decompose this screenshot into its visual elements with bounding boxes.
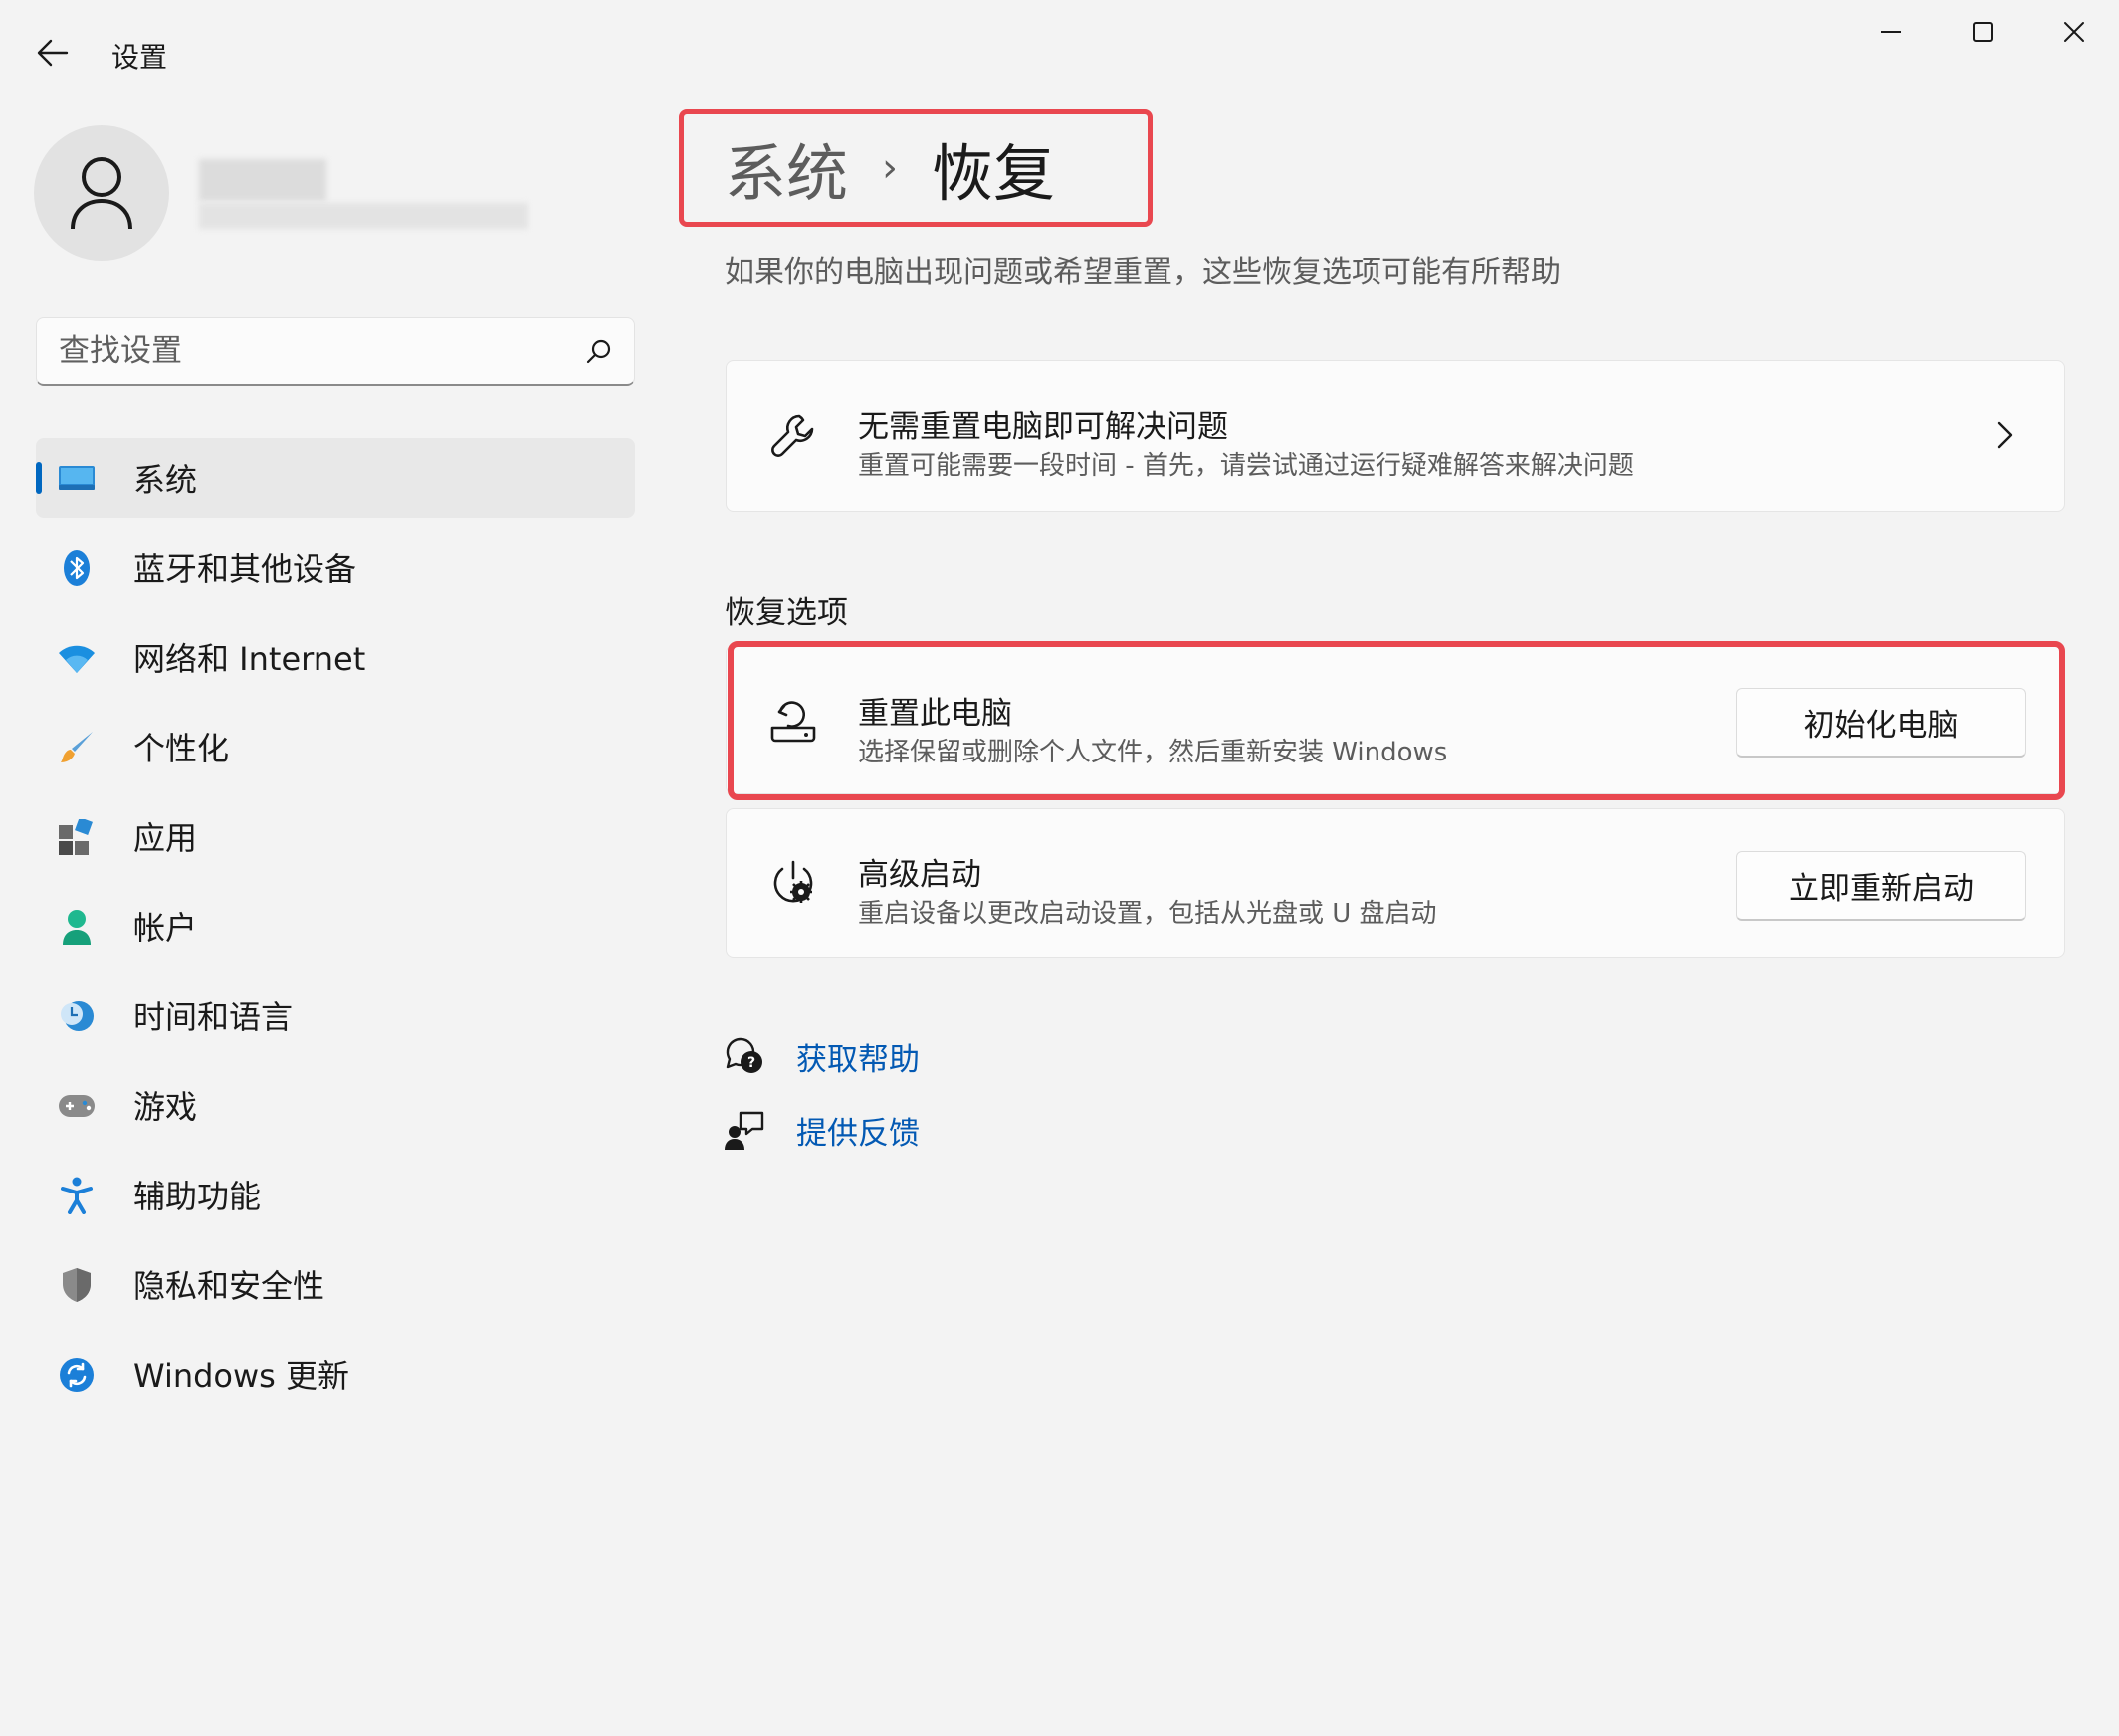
sidebar-item-label: 系统 (133, 461, 198, 499)
apps-icon (58, 818, 96, 856)
sidebar-item-system[interactable]: 系统 (36, 438, 635, 518)
advanced-startup-subtitle: 重启设备以更改启动设置，包括从光盘或 U 盘启动 (858, 899, 1437, 929)
back-arrow-icon (37, 39, 69, 67)
brush-icon (58, 729, 96, 766)
sidebar-item-label: 时间和语言 (133, 998, 294, 1036)
accessibility-icon (58, 1177, 96, 1214)
sidebar-item-privacy[interactable]: 隐私和安全性 (36, 1244, 635, 1324)
give-feedback-text[interactable]: 提供反馈 (796, 1108, 920, 1153)
reset-pc-title: 重置此电脑 (858, 696, 1012, 732)
person-icon (71, 157, 132, 230)
breadcrumb: 系统 › 恢复 (725, 123, 1055, 213)
system-icon (58, 460, 96, 498)
give-feedback-link[interactable]: 提供反馈 (725, 1105, 920, 1155)
close-button[interactable] (2038, 8, 2110, 56)
title-bar: 设置 (0, 0, 2119, 109)
sidebar-item-label: 帐户 (133, 909, 198, 947)
sidebar-item-time-language[interactable]: 时间和语言 (36, 976, 635, 1055)
sidebar-item-apps[interactable]: 应用 (36, 796, 635, 876)
sidebar-item-personalization[interactable]: 个性化 (36, 707, 635, 786)
sidebar-item-accounts[interactable]: 帐户 (36, 886, 635, 966)
account-icon (58, 908, 96, 946)
breadcrumb-separator: › (882, 145, 899, 191)
svg-text:?: ? (747, 1055, 755, 1071)
sidebar-item-label: 个性化 (133, 730, 230, 767)
update-icon (58, 1356, 96, 1394)
bluetooth-icon (58, 549, 96, 587)
breadcrumb-parent[interactable]: 系统 (725, 123, 848, 213)
sidebar-item-label: 隐私和安全性 (133, 1267, 325, 1305)
sidebar-item-label: 辅助功能 (133, 1178, 262, 1215)
app-title: 设置 (111, 41, 168, 74)
minimize-button[interactable] (1855, 8, 1927, 56)
sidebar-nav: 系统 蓝牙和其他设备 网络和 Internet 个性化 应用 帐户 时间和语言 … (36, 438, 635, 1423)
reset-pc-icon (766, 694, 820, 748)
advanced-startup-card: 高级启动 重启设备以更改启动设置，包括从光盘或 U 盘启动 立即重新启动 (726, 808, 2065, 958)
power-gear-icon (766, 857, 820, 911)
reset-pc-subtitle: 选择保留或删除个人文件，然后重新安装 Windows (858, 738, 1448, 767)
shield-icon (58, 1266, 96, 1304)
sidebar-item-network[interactable]: 网络和 Internet (36, 617, 635, 697)
back-button[interactable] (30, 30, 76, 76)
user-email-redacted (199, 203, 528, 229)
sidebar-item-label: Windows 更新 (133, 1357, 350, 1395)
section-title-recovery-options: 恢复选项 (725, 595, 848, 631)
chevron-right-icon (1985, 415, 2024, 455)
sidebar-item-label: 游戏 (133, 1088, 198, 1126)
advanced-startup-title: 高级启动 (858, 857, 981, 893)
sidebar-item-label: 应用 (133, 819, 198, 857)
sidebar-item-label: 网络和 Internet (133, 640, 366, 678)
sidebar-item-label: 蓝牙和其他设备 (133, 550, 357, 588)
wifi-icon (58, 639, 96, 677)
feedback-icon (725, 1110, 764, 1150)
sidebar-item-bluetooth[interactable]: 蓝牙和其他设备 (36, 528, 635, 607)
maximize-button[interactable] (1947, 8, 2018, 56)
minimize-icon (1881, 31, 1901, 33)
reset-pc-button[interactable]: 初始化电脑 (1736, 688, 2026, 758)
search-box[interactable] (36, 317, 635, 386)
gamepad-icon (58, 1087, 96, 1125)
page-title: 恢复 (932, 137, 1056, 210)
sidebar-item-windows-update[interactable]: Windows 更新 (36, 1334, 635, 1413)
avatar[interactable] (34, 125, 169, 261)
sidebar-item-gaming[interactable]: 游戏 (36, 1065, 635, 1145)
search-icon[interactable] (586, 338, 612, 364)
restart-now-button[interactable]: 立即重新启动 (1736, 851, 2026, 921)
close-icon (2064, 22, 2084, 42)
help-chat-icon: ? (725, 1036, 764, 1076)
reset-pc-card: 重置此电脑 选择保留或删除个人文件，然后重新安装 Windows 初始化电脑 (726, 645, 2065, 794)
troubleshoot-subtitle: 重置可能需要一段时间 - 首先，请尝试通过运行疑难解答来解决问题 (858, 451, 1634, 481)
user-name-redacted (199, 159, 326, 201)
clock-globe-icon (58, 997, 96, 1035)
get-help-text[interactable]: 获取帮助 (796, 1034, 920, 1079)
sidebar-item-accessibility[interactable]: 辅助功能 (36, 1155, 635, 1234)
troubleshoot-card[interactable]: 无需重置电脑即可解决问题 重置可能需要一段时间 - 首先，请尝试通过运行疑难解答… (726, 360, 2065, 512)
troubleshoot-title: 无需重置电脑即可解决问题 (858, 409, 1228, 445)
search-input[interactable] (59, 332, 586, 369)
wrench-icon (766, 409, 820, 463)
page-description: 如果你的电脑出现问题或希望重置，这些恢复选项可能有所帮助 (725, 255, 1561, 290)
get-help-link[interactable]: ? 获取帮助 (725, 1031, 920, 1081)
maximize-icon (1973, 22, 1993, 42)
